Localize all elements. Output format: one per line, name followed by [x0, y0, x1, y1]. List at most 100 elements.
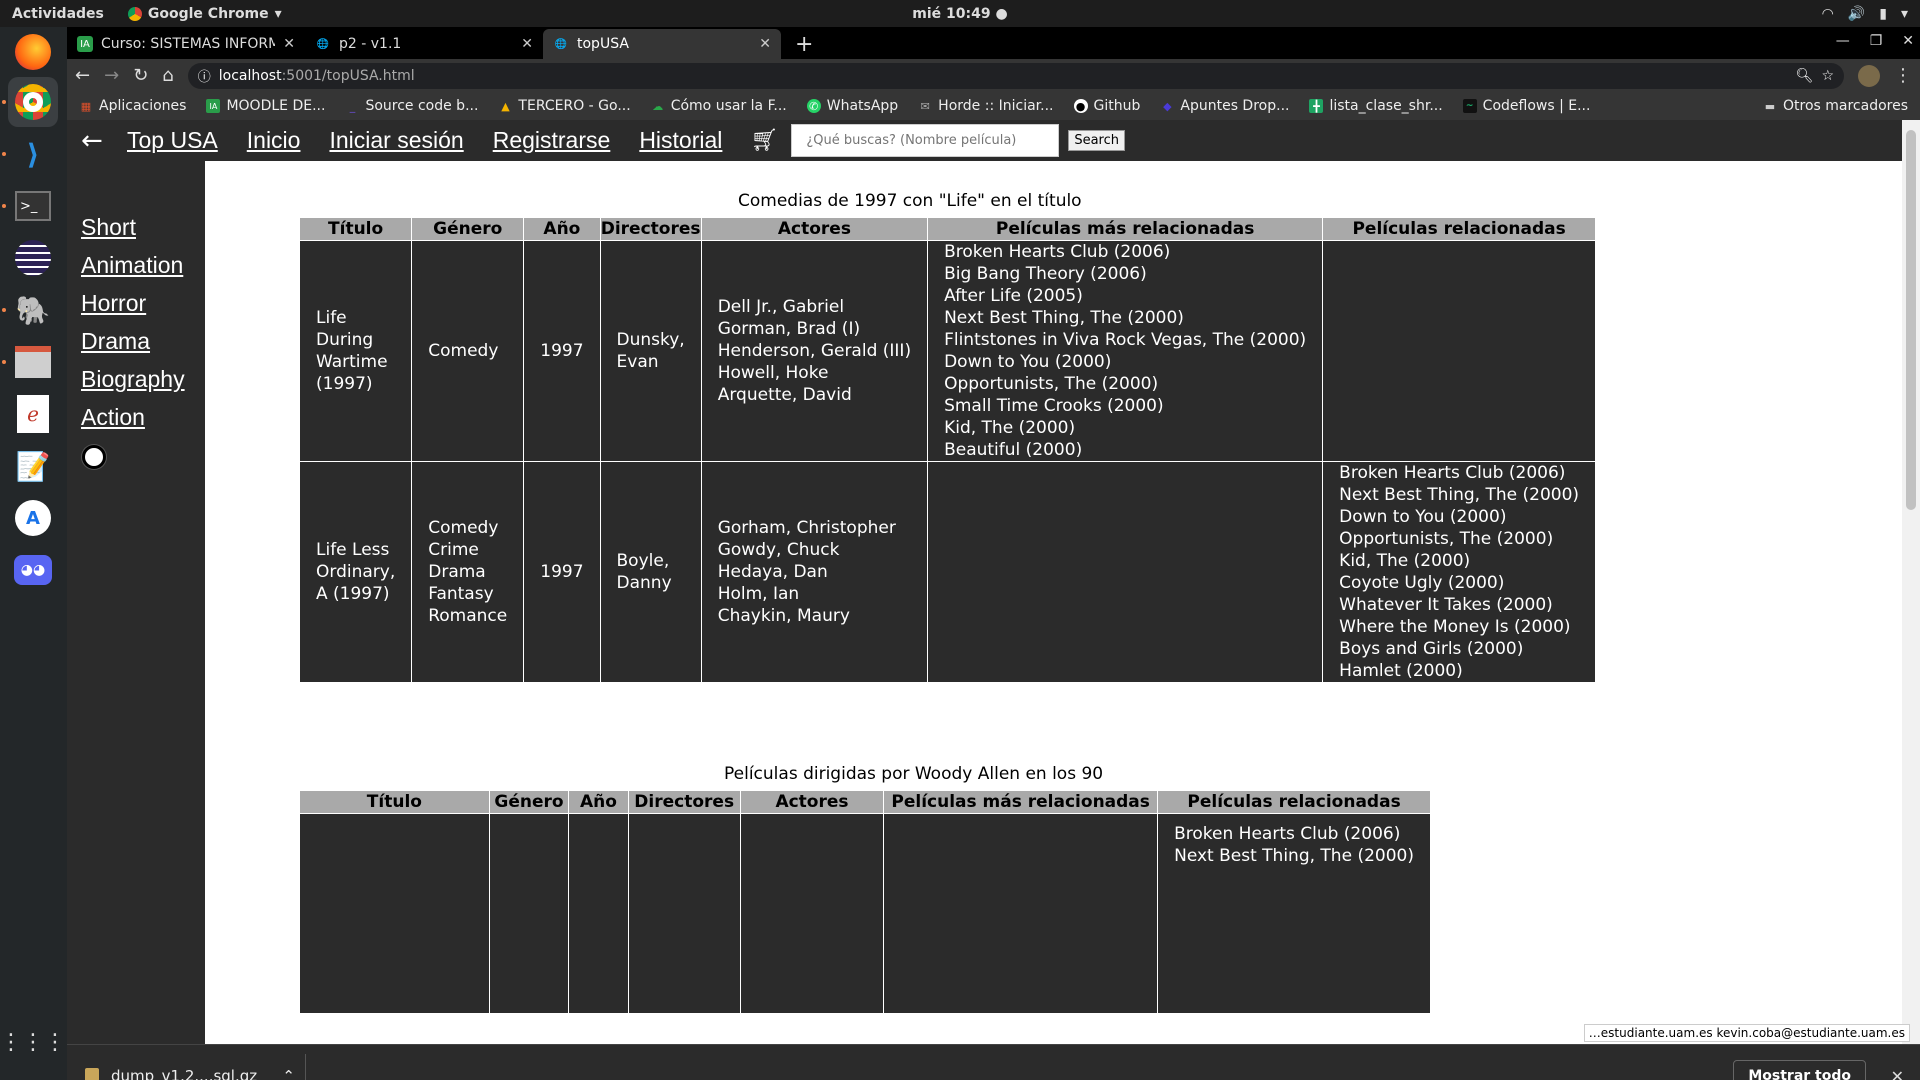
related-movie-item: Opportunists, The (2000) [944, 374, 1159, 394]
terminal-icon[interactable]: >_ [8, 181, 58, 231]
column-header: Título [298, 217, 413, 241]
bookmark-label: Horde :: Iniciar... [938, 98, 1054, 114]
address-bar[interactable]: ⓘ localhost:5001/topUSA.html 🔍︎ ☆ [187, 62, 1844, 89]
app-menu[interactable]: Google Chrome ▾ [127, 6, 282, 22]
nav-historial[interactable]: Historial [639, 127, 722, 154]
postgres-elephant-icon[interactable]: 🐘 [8, 285, 58, 335]
toggle-circle-button[interactable] [82, 445, 106, 469]
related-movie-item: Next Best Thing, The (2000) [944, 308, 1184, 328]
bookmark-horde[interactable]: ✉ Horde :: Iniciar... [918, 98, 1054, 114]
bookmark-tercero[interactable]: ▲ TERCERO - Go... [498, 98, 631, 114]
pdf-viewer-icon[interactable]: ℯ [8, 389, 58, 439]
discord-icon[interactable]: ◕◕ [8, 545, 58, 595]
bookmark-apps[interactable]: ▦ Aplicaciones [79, 98, 187, 114]
bookmark-moodle[interactable]: IA MOODLE DE... [206, 98, 325, 114]
actor-item: Arquette, David [717, 385, 852, 405]
actor-item: Gorman, Brad (I) [717, 319, 861, 339]
bookmark-codeflows[interactable]: ~ Codeflows | E... [1462, 98, 1590, 114]
archive-file-icon [85, 1068, 99, 1080]
related-movie-item: Flintstones in Viva Rock Vegas, The (200… [944, 330, 1307, 350]
genre-link-biography[interactable]: Biography [81, 363, 205, 401]
back-arrow-icon[interactable]: ← [81, 126, 121, 156]
bookmark-star-icon[interactable]: ☆ [1821, 68, 1834, 84]
bookmark-dropbox[interactable]: ◆ Apuntes Drop... [1160, 98, 1289, 114]
tab-topusa[interactable]: 🌐 topUSA ✕ [543, 29, 781, 59]
movie-genres: Comedy [411, 240, 525, 462]
chrome-dock-icon[interactable] [8, 77, 58, 127]
folder-icon: ▬ [1764, 99, 1776, 113]
genre-link-action[interactable]: Action [81, 401, 205, 439]
close-icon[interactable]: ✕ [1891, 1067, 1904, 1080]
download-item[interactable]: dump_v1.2....sql.gz ⌃ [85, 1067, 295, 1080]
codeflows-icon: ~ [1462, 99, 1477, 113]
home-icon[interactable]: ⌂ [162, 65, 173, 86]
other-bookmarks[interactable]: ▬ Otros marcadores [1763, 98, 1908, 114]
movie-title[interactable]: Life Less Ordinary, A (1997) [298, 461, 413, 683]
back-arrow-icon[interactable]: ← [75, 65, 90, 86]
movie-title[interactable]: Life During Wartime (1997) [298, 240, 413, 462]
vertical-scrollbar[interactable] [1902, 120, 1920, 1044]
related-movie-item: Kid, The (2000) [1339, 551, 1471, 571]
nav-top-usa[interactable]: Top USA [127, 127, 218, 154]
close-icon[interactable]: ✕ [759, 36, 771, 52]
software-center-icon[interactable]: A [8, 493, 58, 543]
related-movie-item: Down to You (2000) [1339, 507, 1507, 527]
close-icon[interactable]: ✕ [521, 36, 533, 52]
scrollbar-thumb[interactable] [1906, 130, 1916, 510]
minimize-icon[interactable]: — [1836, 33, 1850, 49]
table-row: Broken Hearts Club (2006) Next Best Thin… [299, 813, 1431, 1014]
file-manager-icon[interactable] [8, 337, 58, 387]
clock[interactable]: mié 10:49 ● [0, 6, 1920, 22]
sheets-icon: ╋ [1309, 99, 1324, 113]
genre-link-animation[interactable]: Animation [81, 249, 205, 287]
zoom-icon[interactable]: 🔍︎ [1796, 68, 1814, 84]
divider [305, 1054, 306, 1080]
related-movie-item: Opportunists, The (2000) [1339, 529, 1554, 549]
bookmark-como-usar[interactable]: ☁ Cómo usar la F... [651, 98, 787, 114]
firefox-icon[interactable] [8, 27, 58, 77]
text-editor-icon[interactable]: 📝 [8, 441, 58, 491]
tab-moodle[interactable]: IA Curso: SISTEMAS INFORM ✕ [67, 29, 305, 59]
new-tab-button[interactable]: + [795, 29, 813, 59]
moodle-icon: IA [206, 99, 221, 113]
nav-registrarse[interactable]: Registrarse [493, 127, 611, 154]
bookmark-label: Aplicaciones [99, 98, 187, 114]
globe-icon: 🌐 [316, 38, 330, 50]
close-window-icon[interactable]: ✕ [1902, 33, 1914, 49]
most-related-movies [927, 461, 1324, 683]
genre-item: Drama [428, 562, 486, 582]
tab-p2[interactable]: 🌐 p2 - v1.1 ✕ [305, 29, 543, 59]
page-viewport: ← Top USA Inicio Iniciar sesión Registra… [67, 120, 1920, 1044]
chevron-up-icon[interactable]: ⌃ [282, 1067, 295, 1080]
forward-arrow-icon[interactable]: → [104, 65, 119, 86]
movie-title[interactable] [299, 813, 490, 1014]
bookmark-lista-clase[interactable]: ╋ lista_clase_shr... [1309, 98, 1443, 114]
vscode-icon[interactable]: ⟩ [8, 129, 58, 179]
bookmark-source-code[interactable]: _ Source code b... [345, 98, 479, 114]
movie-directors: Boyle, Danny [599, 461, 702, 683]
related-movie-item: Down to You (2000) [944, 352, 1112, 372]
cart-icon[interactable]: 🛒︎ [750, 128, 778, 153]
site-navbar: ← Top USA Inicio Iniciar sesión Registra… [67, 120, 1902, 161]
profile-avatar[interactable] [1858, 64, 1880, 87]
nav-inicio[interactable]: Inicio [247, 127, 301, 154]
system-tray[interactable]: ◠ 🔊 ▮ ▾ [1822, 6, 1908, 22]
search-input[interactable] [791, 124, 1060, 157]
genre-link-short[interactable]: Short [81, 211, 205, 249]
bookmark-whatsapp[interactable]: ✆ WhatsApp [806, 98, 898, 114]
genre-link-horror[interactable]: Horror [81, 287, 205, 325]
menu-kebab-icon[interactable]: ⋮ [1894, 65, 1912, 86]
genre-link-drama[interactable]: Drama [81, 325, 205, 363]
maximize-icon[interactable]: ❐ [1870, 33, 1883, 49]
close-icon[interactable]: ✕ [283, 36, 295, 52]
nav-iniciar-sesion[interactable]: Iniciar sesión [329, 127, 463, 154]
show-applications-icon[interactable]: ⋮⋮⋮ [0, 1017, 66, 1067]
reload-icon[interactable]: ↻ [133, 65, 148, 86]
show-all-downloads-button[interactable]: Mostrar todo [1733, 1060, 1866, 1080]
bookmark-github[interactable]: ● Github [1073, 98, 1140, 114]
search-button[interactable]: Search [1068, 130, 1125, 151]
activities-button[interactable]: Actividades [12, 6, 104, 22]
related-movie-item: After Life (2005) [944, 286, 1083, 306]
info-icon[interactable]: ⓘ [198, 66, 211, 85]
eclipse-icon[interactable] [8, 233, 58, 283]
